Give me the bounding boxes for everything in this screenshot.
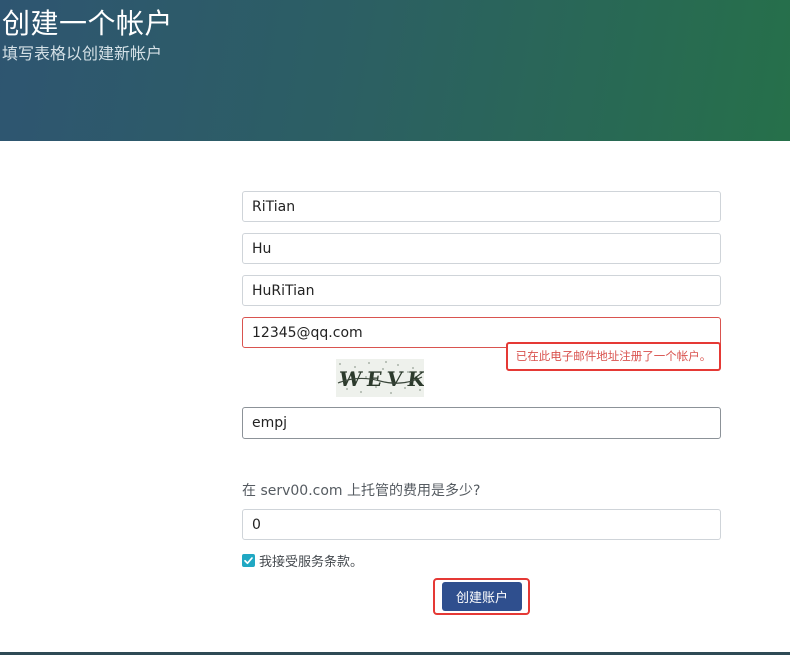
last-name-input[interactable] — [242, 233, 721, 264]
first-name-input[interactable] — [242, 191, 721, 222]
terms-link[interactable]: 服务条款 — [298, 555, 350, 570]
terms-checkbox[interactable] — [242, 553, 255, 567]
check-icon — [244, 556, 253, 564]
terms-row: 我接受服务条款。 — [242, 551, 363, 570]
page-title: 创建一个帐户 — [2, 7, 174, 40]
captcha-image: WEVK — [336, 359, 424, 397]
username-input[interactable] — [242, 275, 721, 306]
email-error-message: 已在此电子邮件地址注册了一个帐户。 — [506, 342, 721, 371]
page-subtitle: 填写表格以创建新帐户 — [2, 44, 163, 63]
security-answer-input[interactable] — [242, 509, 721, 540]
terms-suffix: 。 — [350, 554, 364, 570]
security-question-label: 在 serv00.com 上托管的费用是多少? — [242, 483, 481, 499]
terms-prefix: 我接受 — [259, 554, 299, 570]
captcha-input[interactable] — [242, 407, 721, 439]
create-account-button[interactable]: 创建账户 — [442, 582, 522, 611]
page-header: 创建一个帐户 填写表格以创建新帐户 — [0, 0, 790, 141]
terms-label: 我接受服务条款。 — [259, 551, 363, 570]
